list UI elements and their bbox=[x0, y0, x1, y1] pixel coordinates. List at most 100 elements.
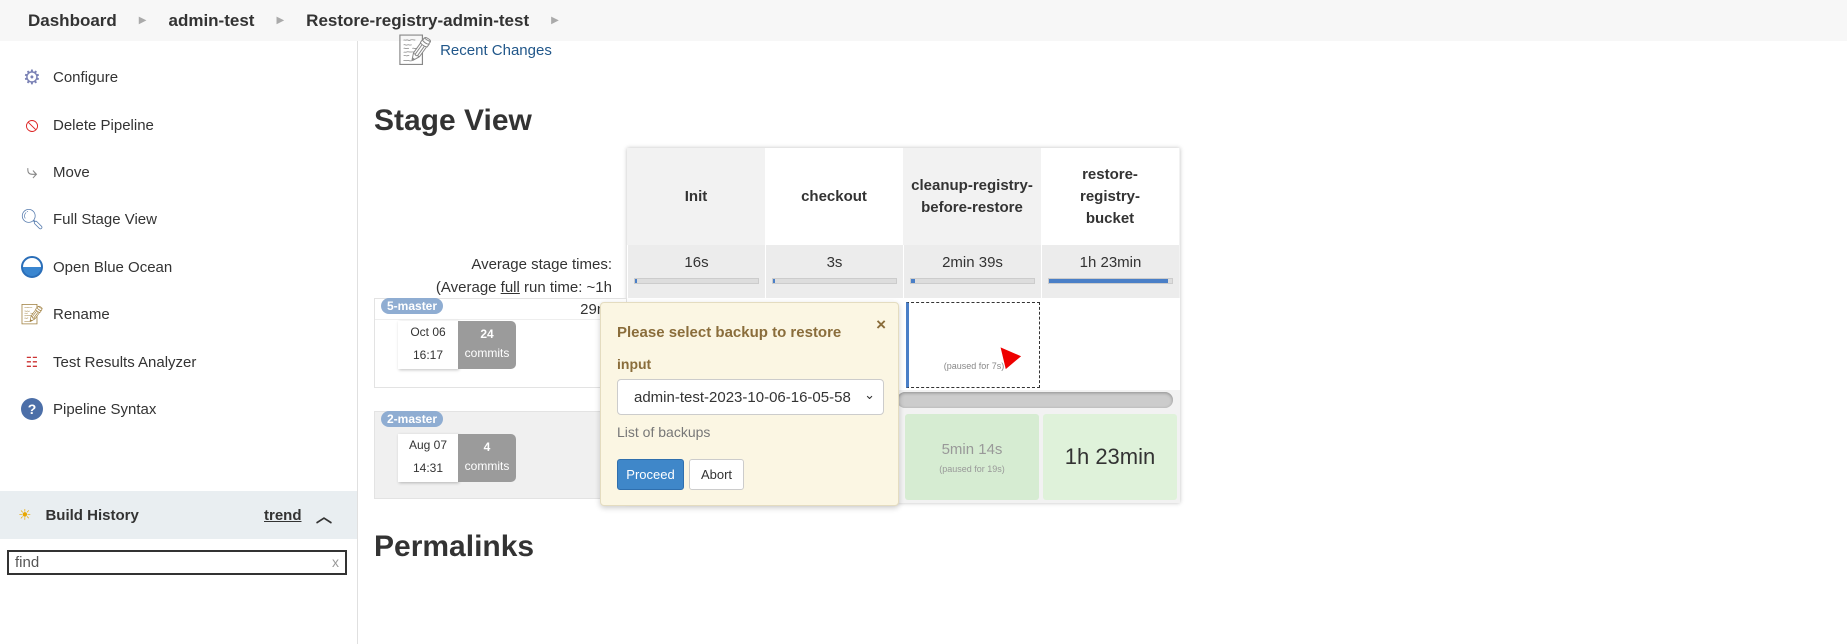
sidebar-item-test-results-analyzer[interactable]: ☷ Test Results Analyzer bbox=[20, 350, 197, 374]
recent-changes-label: Recent Changes bbox=[440, 42, 552, 59]
input-dialog: Please select backup to restore × input … bbox=[600, 302, 899, 506]
sidebar-item-label: Pipeline Syntax bbox=[53, 400, 157, 418]
sidebar-item-open-blue-ocean[interactable]: Open Blue Ocean bbox=[20, 255, 172, 279]
sidebar-item-full-stage-view[interactable]: 🔍︎ Full Stage View bbox=[19, 207, 157, 231]
build-row-2[interactable]: 2-master Aug 07 14:31 4 commits bbox=[374, 411, 627, 499]
gear-icon: ⚙ bbox=[23, 66, 41, 89]
magnifier-icon: 🔍︎ bbox=[19, 208, 45, 231]
sidebar-item-label: Configure bbox=[53, 68, 119, 86]
test-results-icon: ☷ bbox=[25, 353, 39, 370]
date: Aug 07 bbox=[408, 438, 448, 452]
page-title: Stage View bbox=[374, 104, 532, 137]
permalinks-heading: Permalinks bbox=[374, 530, 535, 563]
build-row-5[interactable]: 29min) 5-master Oct 0616:17 24commits bbox=[374, 298, 627, 388]
build-tag[interactable]: 5-master bbox=[381, 298, 444, 314]
build-date: Aug 07 14:31 bbox=[398, 434, 458, 482]
avg-bar bbox=[634, 278, 759, 284]
recent-changes-link[interactable]: 📝︎ Recent Changes bbox=[396, 33, 552, 68]
find-input[interactable]: find x bbox=[7, 550, 347, 575]
avg-bar bbox=[1048, 278, 1173, 284]
sidebar: ⚙ Configure ⦸ Delete Pipeline ⤷ Move 🔍︎ Full… bbox=[0, 41, 358, 644]
sidebar-item-pipeline-syntax[interactable]: ? Pipeline Syntax bbox=[20, 397, 156, 421]
breadcrumb-job[interactable]: Restore-registry-admin-test bbox=[306, 11, 529, 31]
selected-value: admin-test-2023-10-06-16-05-58 bbox=[634, 389, 851, 406]
abort-button[interactable]: Abort bbox=[689, 459, 744, 490]
clear-icon[interactable]: x bbox=[332, 554, 339, 570]
backup-select[interactable]: admin-test-2023-10-06-16-05-58 ⌄ bbox=[617, 379, 884, 415]
breadcrumb-dashboard[interactable]: Dashboard bbox=[28, 11, 117, 31]
proceed-button[interactable]: Proceed bbox=[617, 459, 684, 490]
sidebar-item-label: Rename bbox=[53, 305, 110, 323]
avg-value: 16s bbox=[684, 254, 709, 271]
stage-header-init: Init bbox=[627, 148, 765, 245]
avg-bar bbox=[772, 278, 897, 284]
build-date: Oct 06 16:17 bbox=[398, 321, 458, 369]
avg-value: 2min 39s bbox=[942, 254, 1003, 271]
sidebar-item-configure[interactable]: ⚙ Configure bbox=[20, 65, 118, 89]
chevron-right-icon[interactable]: ▶ bbox=[551, 15, 559, 26]
avg-time-restore: 1h 23min bbox=[1041, 245, 1179, 298]
input-label: input bbox=[617, 356, 652, 372]
date: Oct 06 bbox=[410, 325, 446, 339]
avg-bar bbox=[910, 278, 1035, 284]
chevron-right-icon[interactable]: ▶ bbox=[139, 15, 147, 26]
chevron-down-icon: ⌄ bbox=[864, 387, 875, 402]
commits-count: 4 bbox=[483, 440, 491, 454]
dialog-title: Please select backup to restore bbox=[617, 324, 842, 341]
avg-value: 1h 23min bbox=[1079, 254, 1142, 271]
avg-suffix: run time: ~1h bbox=[519, 279, 612, 296]
collapse-chevron-icon[interactable]: ︿ bbox=[316, 503, 332, 527]
sidebar-item-label: Full Stage View bbox=[53, 210, 157, 228]
paused-label: (paused for 19s) bbox=[939, 463, 1005, 474]
avg-time-checkout: 3s bbox=[765, 245, 903, 298]
avg-time-cleanup: 2min 39s bbox=[903, 245, 1041, 298]
time: 16:17 bbox=[412, 348, 444, 362]
commits-label: commits bbox=[464, 459, 510, 473]
time: 14:31 bbox=[412, 461, 444, 475]
sun-icon: ☀ bbox=[18, 507, 32, 524]
help-icon: ? bbox=[20, 397, 44, 421]
avg-value: 3s bbox=[826, 254, 843, 271]
stage-header-checkout: checkout bbox=[765, 148, 903, 245]
stage-time: 1h 23min bbox=[1064, 444, 1156, 469]
progress-bar bbox=[897, 392, 1173, 408]
stage-cell-restore-success[interactable]: 1h 23min bbox=[1043, 414, 1177, 500]
stage-header-cleanup: cleanup-registry-before-restore bbox=[903, 148, 1041, 245]
build-history-title: Build History bbox=[45, 506, 139, 524]
no-entry-icon: ⦸ bbox=[25, 113, 39, 136]
sidebar-item-label: Move bbox=[53, 163, 90, 181]
move-icon: ⤷ bbox=[26, 160, 38, 183]
paused-label: (paused for 7s) bbox=[943, 361, 1005, 371]
sidebar-item-label: Test Results Analyzer bbox=[53, 353, 197, 371]
stage-cell-cleanup-paused[interactable]: (paused for 7s) bbox=[906, 302, 1040, 388]
sidebar-item-label: Delete Pipeline bbox=[53, 116, 154, 134]
build-history-header: ☀ Build History trend ︿ bbox=[0, 491, 357, 539]
breadcrumb-folder[interactable]: admin-test bbox=[169, 11, 255, 31]
sidebar-item-label: Open Blue Ocean bbox=[53, 258, 173, 276]
avg-time-init: 16s bbox=[627, 245, 765, 298]
trend-link[interactable]: trend bbox=[264, 507, 302, 524]
stage-header-restore: restore-registry-bucket bbox=[1041, 148, 1179, 245]
commits-badge[interactable]: 24 commits bbox=[458, 321, 516, 369]
avg-prefix: (Average bbox=[435, 279, 501, 296]
stage-time: 5min 14s bbox=[941, 440, 1003, 458]
commits-label: commits bbox=[464, 346, 510, 360]
build-tag[interactable]: 2-master bbox=[381, 411, 444, 427]
sidebar-item-move[interactable]: ⤷ Move bbox=[20, 160, 90, 184]
sidebar-item-rename[interactable]: 📝︎ Rename bbox=[19, 302, 110, 326]
sidebar-item-delete-pipeline[interactable]: ⦸ Delete Pipeline bbox=[20, 113, 154, 137]
blue-ocean-icon bbox=[20, 255, 44, 279]
breadcrumb: Dashboard ▶ admin-test ▶ Restore-registry-… bbox=[0, 0, 1847, 41]
notepad-icon: 📝︎ bbox=[396, 34, 435, 67]
avg-full-runtime: (Average full run time: ~1h bbox=[436, 279, 612, 296]
input-description: List of backups bbox=[617, 424, 711, 440]
full-link[interactable]: full bbox=[501, 279, 520, 296]
chevron-right-icon[interactable]: ▶ bbox=[276, 15, 284, 26]
avg-stage-times-label: Average stage times: bbox=[471, 256, 612, 273]
stage-cell-cleanup-success[interactable]: 5min 14s (paused for 19s) bbox=[905, 414, 1039, 500]
close-icon[interactable]: × bbox=[876, 315, 886, 335]
commits-count: 24 bbox=[480, 327, 494, 341]
commits-badge[interactable]: 4 commits bbox=[458, 434, 516, 482]
find-placeholder: find bbox=[15, 554, 40, 571]
notepad-icon: 📝︎ bbox=[19, 303, 45, 326]
